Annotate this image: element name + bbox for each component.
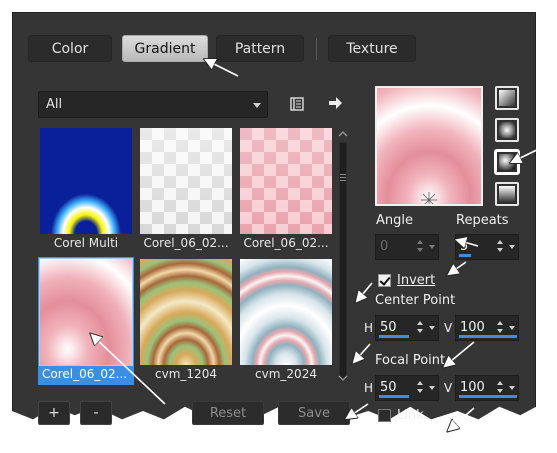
gradient-swatch <box>140 259 232 365</box>
focal-h-label: H <box>364 381 374 395</box>
gradient-swatch <box>240 128 332 234</box>
link-checkbox[interactable] <box>378 409 391 422</box>
center-v-label: V <box>444 321 453 335</box>
thumbnail-caption: cvm_2024 <box>255 367 317 381</box>
spin-arrows-icon[interactable] <box>416 318 425 338</box>
thumbnail-caption: Corel_06_02... <box>38 367 134 384</box>
spin-arrows-icon <box>416 237 425 257</box>
linear-style-button[interactable] <box>495 86 519 110</box>
value-underline <box>379 335 409 338</box>
thumbnail-cvm-2024[interactable]: cvm_2024 <box>238 257 334 385</box>
rectangular-gradient-icon <box>499 122 515 138</box>
gradient-swatch <box>39 258 133 366</box>
focal-v-label: V <box>444 381 453 395</box>
thumbnail-corel-06-02-b[interactable]: Corel_06_02... <box>238 126 334 254</box>
chevron-down-icon[interactable] <box>509 326 515 330</box>
tab-pattern[interactable]: Pattern <box>216 35 304 62</box>
radial-gradient-icon <box>499 186 515 202</box>
tab-color[interactable]: Color <box>28 35 112 62</box>
repeats-label: Repeats <box>456 213 509 228</box>
invert-label[interactable]: Invert <box>397 273 435 288</box>
tab-gradient[interactable]: Gradient <box>122 35 208 62</box>
arrow-right-icon[interactable] <box>326 94 344 112</box>
sunburst-gradient-icon <box>499 154 515 170</box>
gradient-preview[interactable] <box>375 86 483 206</box>
value-underline <box>459 395 517 398</box>
thumbnail-cvm-1204[interactable]: cvm_1204 <box>138 257 234 385</box>
chevron-down-icon <box>429 245 435 249</box>
repeats-spinbox[interactable]: 5 <box>455 234 519 260</box>
scroll-down-icon[interactable] <box>336 372 350 384</box>
focal-h-spinbox[interactable]: 50 <box>375 375 439 401</box>
scroll-grip-icon <box>339 172 347 186</box>
focal-h-value[interactable]: 50 <box>380 380 397 395</box>
library-book-icon[interactable] <box>288 95 306 113</box>
value-underline <box>379 395 409 398</box>
scroll-up-icon[interactable] <box>336 128 350 140</box>
link-label[interactable]: Link <box>397 408 424 423</box>
spin-arrows-icon[interactable] <box>496 318 505 338</box>
center-h-label: H <box>364 321 374 335</box>
thumbnail-corel-06-02-a[interactable]: Corel_06_02... <box>138 126 234 254</box>
linear-gradient-icon <box>499 90 515 106</box>
angle-value: 0 <box>380 239 389 254</box>
chevron-down-icon <box>253 103 261 108</box>
category-value: All <box>46 97 63 112</box>
thumbnail-caption: Corel_06_02... <box>143 236 229 250</box>
gradient-swatch <box>240 259 332 365</box>
thumbnail-corel-06-02-c[interactable]: Corel_06_02... <box>38 257 134 385</box>
spin-arrows-icon[interactable] <box>496 237 505 257</box>
gradient-swatch <box>40 128 132 234</box>
angle-label: Angle <box>376 213 413 228</box>
center-v-spinbox[interactable]: 100 <box>455 315 519 341</box>
center-h-value[interactable]: 50 <box>380 320 397 335</box>
sunburst-style-button[interactable] <box>495 150 519 174</box>
spin-arrows-icon[interactable] <box>496 378 505 398</box>
value-underline <box>459 254 471 257</box>
center-h-spinbox[interactable]: 50 <box>375 315 439 341</box>
focal-point-label: Focal Point <box>375 353 446 368</box>
thumbnail-caption: Corel_06_02... <box>243 236 329 250</box>
repeats-value[interactable]: 5 <box>460 239 468 254</box>
thumbnail-caption: Corel Multi <box>53 236 119 250</box>
chevron-down-icon[interactable] <box>509 245 515 249</box>
chevron-down-icon[interactable] <box>429 386 435 390</box>
thumbnail-corel-multi[interactable]: Corel Multi <box>38 126 134 254</box>
chevron-down-icon[interactable] <box>509 386 515 390</box>
gradient-swatch <box>140 128 232 234</box>
value-underline <box>459 335 517 338</box>
save-button[interactable]: Save <box>278 401 350 425</box>
focal-v-spinbox[interactable]: 100 <box>455 375 519 401</box>
radial-style-button[interactable] <box>495 182 519 206</box>
chevron-down-icon[interactable] <box>429 326 435 330</box>
tab-texture[interactable]: Texture <box>328 35 416 62</box>
category-dropdown[interactable]: All <box>38 91 268 118</box>
thumbnail-scrollbar[interactable] <box>336 128 350 384</box>
angle-spinbox: 0 <box>375 234 439 260</box>
focal-v-value[interactable]: 100 <box>460 380 485 395</box>
tab-separator <box>316 38 317 60</box>
spin-arrows-icon[interactable] <box>416 378 425 398</box>
center-v-value[interactable]: 100 <box>460 320 485 335</box>
rectangular-style-button[interactable] <box>495 118 519 142</box>
remove-button[interactable]: - <box>80 401 112 425</box>
invert-checkbox[interactable] <box>378 274 391 287</box>
preview-swatch <box>377 88 481 204</box>
thumbnail-caption: cvm_1204 <box>155 367 217 381</box>
reset-button[interactable]: Reset <box>192 401 264 425</box>
add-button[interactable]: + <box>38 401 70 425</box>
gradient-thumbnail-grid: Corel Multi Corel_06_02... Corel_06_02..… <box>38 126 334 386</box>
center-point-label: Center Point <box>375 293 456 308</box>
